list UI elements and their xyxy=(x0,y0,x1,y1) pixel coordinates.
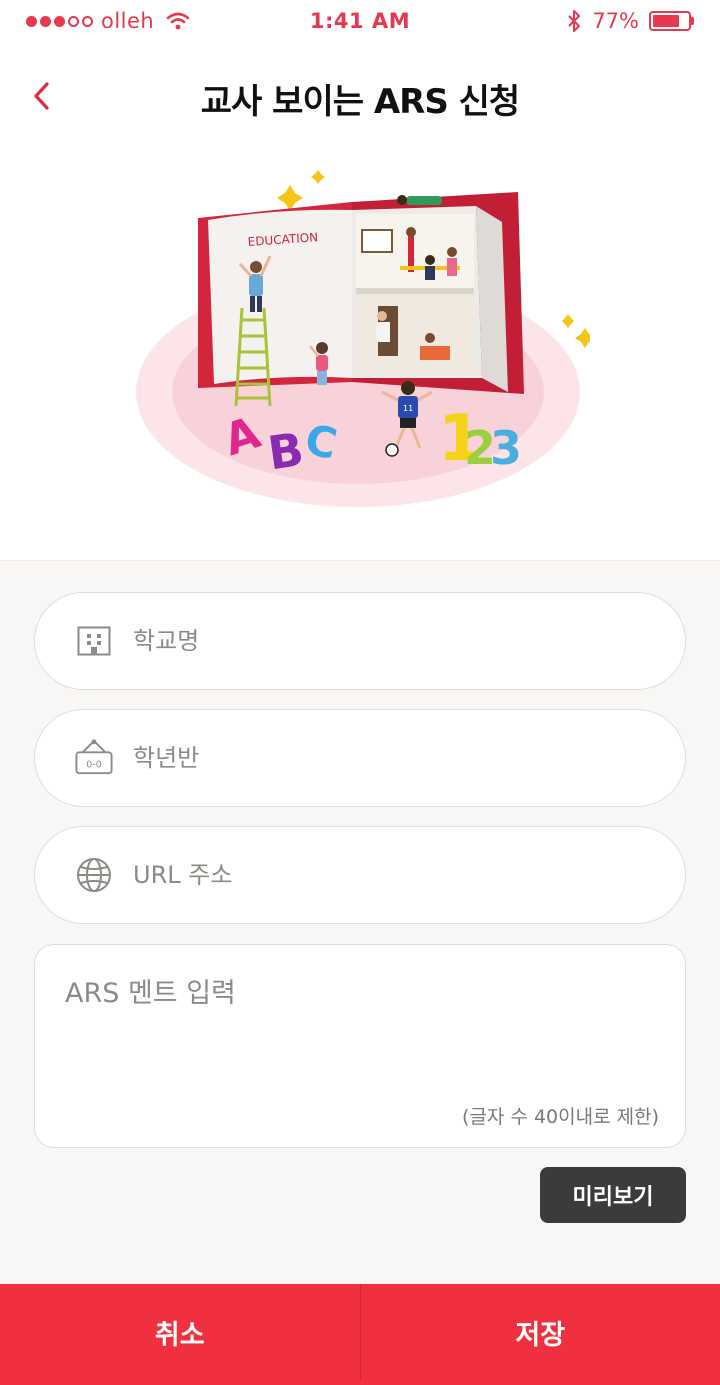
save-button[interactable]: 저장 xyxy=(360,1284,720,1380)
ars-message-box[interactable]: (글자 수 40이내로 제한) xyxy=(34,944,686,1148)
bluetooth-icon xyxy=(568,10,581,32)
status-bar: olleh 1:41 AM 77% xyxy=(0,0,720,44)
school-name-field[interactable] xyxy=(34,592,686,690)
building-icon xyxy=(75,622,113,660)
globe-icon xyxy=(75,856,113,894)
bottom-action-bar: 취소 저장 xyxy=(0,1284,720,1385)
grade-class-input[interactable] xyxy=(133,744,593,772)
grade-class-field[interactable]: 0-0 xyxy=(34,709,686,807)
battery-percent: 77% xyxy=(592,9,639,33)
preview-button[interactable]: 미리보기 xyxy=(540,1167,686,1223)
header: 교사 보이는 ARS 신청 xyxy=(0,60,720,132)
url-field[interactable] xyxy=(34,826,686,924)
school-name-input[interactable] xyxy=(133,627,593,655)
class-sign-icon: 0-0 xyxy=(75,739,113,777)
svg-text:3: 3 xyxy=(490,421,522,475)
url-input[interactable] xyxy=(133,861,593,889)
page-title: 교사 보이는 ARS 신청 xyxy=(200,82,520,122)
battery-icon xyxy=(649,11,694,31)
status-right: 77% xyxy=(566,9,694,33)
char-limit-note: (글자 수 40이내로 제한) xyxy=(462,1106,659,1128)
svg-text:B: B xyxy=(265,422,307,480)
ars-message-input[interactable] xyxy=(65,971,655,1081)
form-area: 0-0 (글자 수 40이내로 제한) 미리보기 xyxy=(0,560,720,1284)
education-book-illustration: EDUCATION 11 A B C 1 2 3 xyxy=(136,170,590,507)
class-sign-text: 0-0 xyxy=(86,760,102,771)
cancel-button[interactable]: 취소 xyxy=(0,1284,360,1380)
svg-text:11: 11 xyxy=(403,404,413,413)
